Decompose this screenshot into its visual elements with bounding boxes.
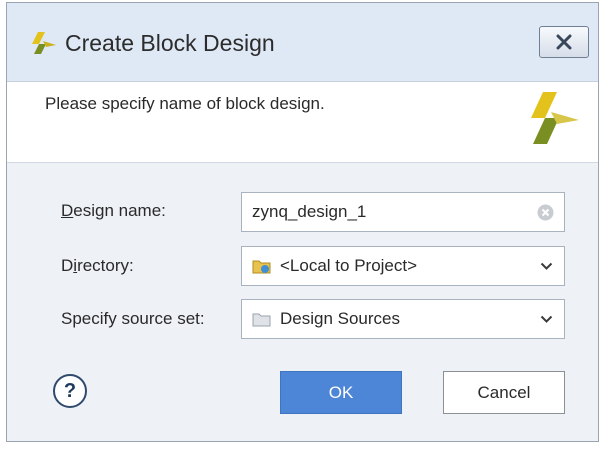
directory-label: Directory: <box>61 256 134 275</box>
close-icon <box>556 34 572 50</box>
help-button[interactable]: ? <box>53 374 87 408</box>
vivado-logo-large-icon <box>531 92 579 144</box>
source-set-select[interactable]: Design Sources <box>241 299 565 339</box>
source-set-label: Specify source set: <box>61 309 205 328</box>
design-name-input[interactable] <box>252 202 522 222</box>
directory-value: <Local to Project> <box>280 256 418 275</box>
chevron-down-icon <box>540 262 553 270</box>
vivado-logo-icon <box>32 32 56 54</box>
help-icon: ? <box>63 379 77 402</box>
create-block-design-dialog: Create Block Design Please specify name … <box>6 2 599 442</box>
title-bar[interactable]: Create Block Design <box>7 3 598 82</box>
source-set-value: Design Sources <box>280 309 401 328</box>
clear-icon[interactable] <box>537 204 554 221</box>
chevron-down-icon <box>540 315 553 323</box>
directory-select[interactable]: <Local to Project> <box>241 246 565 286</box>
header-panel: Please specify name of block design. <box>7 82 598 163</box>
design-name-label: Design name: <box>61 201 166 220</box>
cancel-button[interactable]: Cancel <box>443 371 565 414</box>
folder-icon <box>252 313 271 327</box>
folder-link-icon <box>252 260 271 274</box>
design-name-field[interactable] <box>241 192 565 232</box>
dialog-title: Create Block Design <box>65 30 275 56</box>
header-description: Please specify name of block design. <box>45 94 325 113</box>
close-button[interactable] <box>539 26 589 58</box>
ok-button[interactable]: OK <box>280 371 402 414</box>
